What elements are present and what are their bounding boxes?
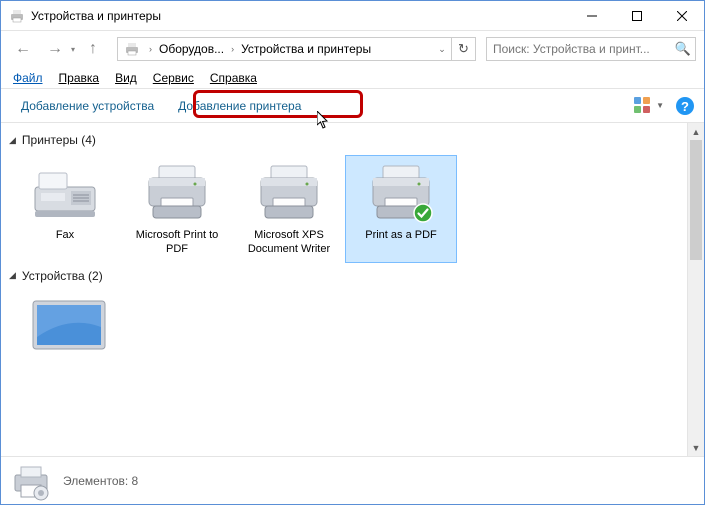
device-label: Microsoft Print to PDF [127, 229, 227, 257]
group-label: Принтеры [22, 133, 78, 147]
printer-icon [141, 161, 213, 225]
navigation-row: ← → ▾ ↑ › Оборудов... › Устройства и при… [1, 31, 704, 67]
window-controls [569, 1, 704, 30]
address-bar[interactable]: › Оборудов... › Устройства и принтеры ⌄ … [117, 37, 476, 61]
group-label: Устройства [22, 269, 85, 283]
group-count: (2) [88, 269, 103, 283]
app-icon [9, 8, 25, 24]
svg-text:?: ? [681, 99, 689, 114]
view-options-button[interactable] [632, 95, 654, 117]
search-box[interactable]: 🔍 [486, 37, 696, 61]
device-item-monitor[interactable] [9, 291, 129, 353]
breadcrumb-level1[interactable]: Оборудов... [155, 38, 228, 60]
scroll-thumb[interactable] [690, 140, 702, 260]
scroll-down-button[interactable]: ▼ [688, 439, 704, 456]
device-item-print-as-pdf[interactable]: Print as a PDF [345, 155, 457, 263]
printers-grid: Fax Microsoft Print to PDF [9, 155, 679, 263]
location-icon [122, 39, 142, 59]
search-input[interactable] [487, 42, 671, 56]
device-item-xps[interactable]: Microsoft XPS Document Writer [233, 155, 345, 263]
group-count: (4) [81, 133, 96, 147]
device-item-fax[interactable]: Fax [9, 155, 121, 263]
status-text: Элементов: 8 [63, 474, 138, 488]
close-button[interactable] [659, 1, 704, 30]
breadcrumb-sep[interactable]: › [146, 44, 155, 54]
up-button[interactable]: ↑ [79, 35, 107, 63]
default-check-icon [413, 203, 433, 223]
menu-view[interactable]: Вид [107, 69, 145, 87]
menu-tools[interactable]: Сервис [145, 69, 202, 87]
menu-help[interactable]: Справка [202, 69, 265, 87]
refresh-button[interactable]: ↻ [451, 38, 475, 60]
collapse-icon: ◢ [9, 270, 16, 281]
toolbar: Добавление устройства Добавление принтер… [1, 89, 704, 123]
maximize-button[interactable] [614, 1, 659, 30]
menu-edit[interactable]: Правка [51, 69, 108, 87]
window-title: Устройства и принтеры [31, 9, 569, 23]
search-icon[interactable]: 🔍 [671, 41, 695, 57]
menu-file[interactable]: Файл [5, 69, 51, 87]
add-printer-button[interactable]: Добавление принтера [166, 94, 313, 118]
menu-bar: Файл Правка Вид Сервис Справка [1, 67, 704, 89]
device-label: Microsoft XPS Document Writer [239, 229, 339, 257]
device-label: Print as a PDF [365, 229, 437, 243]
device-label: Fax [56, 229, 74, 243]
breadcrumb-level2[interactable]: Устройства и принтеры [237, 38, 375, 60]
title-bar: Устройства и принтеры [1, 1, 704, 31]
status-bar: Элементов: 8 [1, 456, 704, 504]
scroll-track[interactable] [688, 260, 704, 439]
vertical-scrollbar[interactable]: ▲ ▼ [687, 123, 704, 456]
status-icon [11, 461, 51, 501]
address-dropdown[interactable]: ⌄ [433, 44, 451, 55]
help-button[interactable]: ? [674, 95, 696, 117]
device-item-ms-print-pdf[interactable]: Microsoft Print to PDF [121, 155, 233, 263]
items-view[interactable]: ◢ Принтеры (4) Fax [1, 123, 687, 456]
monitor-icon [24, 297, 114, 347]
view-dropdown[interactable]: ▼ [656, 101, 664, 110]
group-printers-header[interactable]: ◢ Принтеры (4) [9, 133, 679, 147]
back-button[interactable]: ← [9, 35, 37, 63]
forward-button[interactable]: → [41, 35, 69, 63]
minimize-button[interactable] [569, 1, 614, 30]
scroll-up-button[interactable]: ▲ [688, 123, 704, 140]
fax-icon [29, 161, 101, 225]
printer-icon [365, 161, 437, 225]
devices-grid [9, 291, 679, 353]
group-devices-header[interactable]: ◢ Устройства (2) [9, 269, 679, 283]
printer-icon [253, 161, 325, 225]
content-area: ◢ Принтеры (4) Fax [1, 123, 704, 456]
breadcrumb-sep[interactable]: › [228, 44, 237, 54]
history-dropdown[interactable]: ▾ [71, 45, 75, 54]
collapse-icon: ◢ [9, 135, 16, 146]
add-device-button[interactable]: Добавление устройства [9, 94, 166, 118]
